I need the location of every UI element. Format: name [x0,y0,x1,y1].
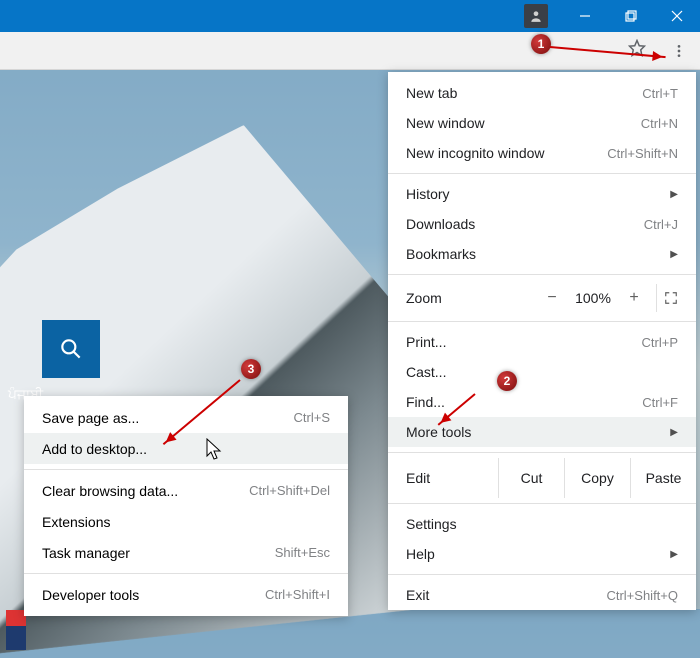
chevron-right-icon: ▶ [670,549,678,560]
menu-separator [388,274,696,275]
menu-separator [388,574,696,575]
menu-separator [388,452,696,453]
menu-item-find[interactable]: Find... Ctrl+F [388,387,696,417]
copy-button[interactable]: Copy [564,458,630,498]
menu-item-new-incognito[interactable]: New incognito window Ctrl+Shift+N [388,138,696,168]
menu-separator [388,173,696,174]
menu-label: Cast... [406,364,446,380]
menu-shortcut: Ctrl+J [644,217,678,232]
submenu-item-clear-data[interactable]: Clear browsing data... Ctrl+Shift+Del [24,475,348,506]
submenu-shortcut: Shift+Esc [275,545,330,560]
menu-item-help[interactable]: Help ▶ [388,539,696,569]
menu-label: Print... [406,334,446,350]
menu-label: New incognito window [406,145,545,161]
menu-shortcut: Ctrl+N [641,116,678,131]
window-titlebar [0,0,700,32]
hiker-graphic [6,610,26,650]
menu-button[interactable] [662,34,696,68]
annotation-3: 3 [241,359,261,379]
submenu-item-extensions[interactable]: Extensions [24,506,348,537]
menu-label: Downloads [406,216,475,232]
menu-separator [24,469,348,470]
menu-item-cast[interactable]: Cast... [388,357,696,387]
chevron-right-icon: ▶ [670,249,678,260]
menu-label: History [406,186,450,202]
maximize-icon [625,10,637,22]
menu-label: New window [406,115,485,131]
annotation-1: 1 [531,34,551,54]
profile-button[interactable] [524,4,548,28]
menu-separator [24,573,348,574]
menu-item-downloads[interactable]: Downloads Ctrl+J [388,209,696,239]
more-tools-submenu: Save page as...Ctrl+S Add to desktop... … [24,396,348,616]
submenu-label: Task manager [42,545,130,561]
zoom-label: Zoom [406,290,536,306]
menu-item-settings[interactable]: Settings [388,509,696,539]
menu-item-print[interactable]: Print... Ctrl+P [388,327,696,357]
cursor-icon [206,438,226,462]
menu-label: New tab [406,85,457,101]
menu-item-bookmarks[interactable]: Bookmarks ▶ [388,239,696,269]
maximize-button[interactable] [608,0,654,32]
menu-label: Help [406,546,435,562]
cut-button[interactable]: Cut [498,458,564,498]
submenu-label: Clear browsing data... [42,483,178,499]
submenu-label: Add to desktop... [42,441,147,457]
search-button[interactable] [42,320,100,378]
search-icon [58,336,84,362]
fullscreen-icon [664,291,678,305]
close-icon [671,10,683,22]
menu-separator [388,321,696,322]
main-menu: New tab Ctrl+T New window Ctrl+N New incog… [388,72,696,610]
menu-shortcut: Ctrl+F [642,395,678,410]
zoom-value: 100% [568,290,618,306]
submenu-item-dev-tools[interactable]: Developer tools Ctrl+Shift+I [24,579,348,610]
close-button[interactable] [654,0,700,32]
menu-item-zoom: Zoom − 100% + [388,280,696,316]
menu-label: Exit [406,587,429,603]
menu-shortcut: Ctrl+Shift+Q [606,588,678,603]
submenu-label: Extensions [42,514,110,530]
submenu-item-save-page[interactable]: Save page as... Ctrl+S [24,402,348,433]
menu-label: Bookmarks [406,246,476,262]
menu-item-exit[interactable]: Exit Ctrl+Shift+Q [388,580,696,610]
menu-label: Settings [406,516,457,532]
menu-item-new-window[interactable]: New window Ctrl+N [388,108,696,138]
submenu-item-task-manager[interactable]: Task manager Shift+Esc [24,537,348,568]
person-icon [529,9,543,23]
submenu-label: Developer tools [42,587,139,603]
minimize-button[interactable] [562,0,608,32]
more-vertical-icon [671,43,687,59]
edit-label: Edit [388,470,498,486]
menu-shortcut: Ctrl+P [642,335,678,350]
minimize-icon [579,10,591,22]
submenu-shortcut: Ctrl+Shift+Del [249,483,330,498]
menu-shortcut: Ctrl+Shift+N [607,146,678,161]
menu-item-edit: Edit Cut Copy Paste [388,458,696,498]
paste-button[interactable]: Paste [630,458,696,498]
bookmark-star-button[interactable] [628,39,646,62]
menu-item-history[interactable]: History ▶ [388,179,696,209]
fullscreen-button[interactable] [656,284,684,312]
zoom-in-button[interactable]: + [618,289,650,307]
submenu-label: Save page as... [42,410,139,426]
submenu-shortcut: Ctrl+Shift+I [265,587,330,602]
zoom-out-button[interactable]: − [536,289,568,307]
menu-item-new-tab[interactable]: New tab Ctrl+T [388,78,696,108]
chevron-right-icon: ▶ [670,189,678,200]
menu-shortcut: Ctrl+T [642,86,678,101]
annotation-2: 2 [497,371,517,391]
menu-separator [388,503,696,504]
submenu-shortcut: Ctrl+S [294,410,330,425]
menu-label: Find... [406,394,445,410]
chevron-right-icon: ▶ [670,427,678,438]
submenu-item-add-desktop[interactable]: Add to desktop... [24,433,348,464]
